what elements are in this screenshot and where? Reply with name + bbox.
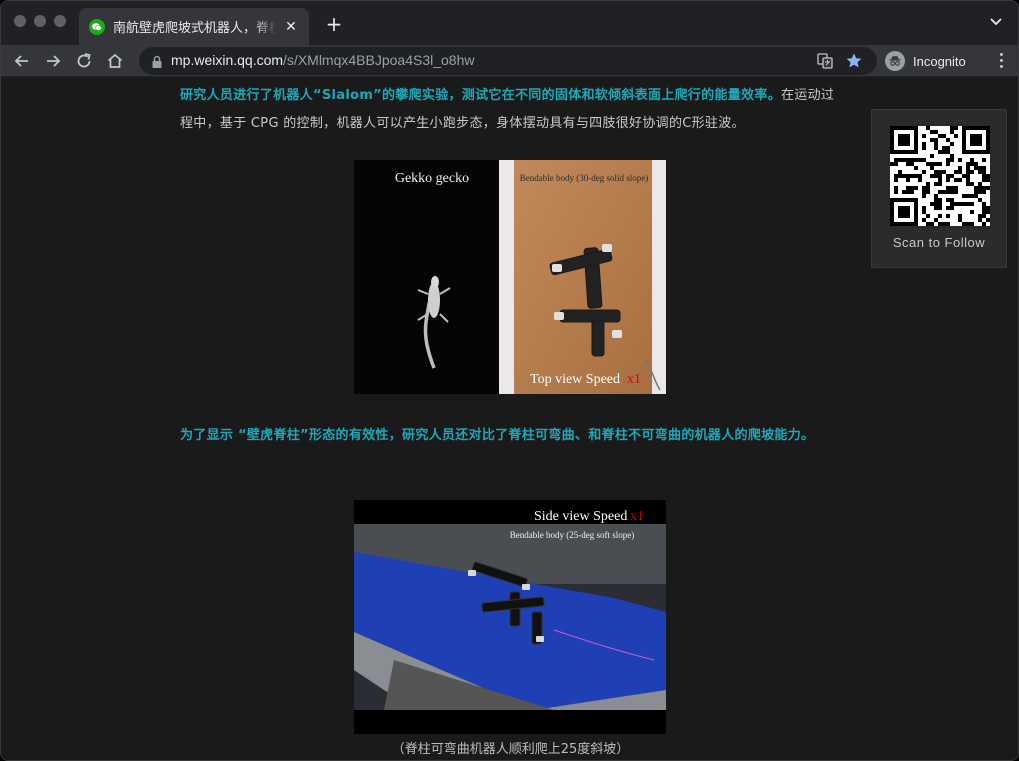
fig2-speed: x1 <box>630 509 644 524</box>
tab-close-button[interactable]: ✕ <box>283 19 299 35</box>
tab-active[interactable]: 南航壁虎爬坡式机器人，脊柱可弯曲 ✕ <box>79 8 309 45</box>
fig2-top-label: Side view Speed <box>534 509 627 524</box>
home-button[interactable] <box>105 51 125 71</box>
article-content: 研究人员进行了机器人“Slalom”的攀爬实验，测试它在不同的固体和软倾斜表面上… <box>1 78 1018 760</box>
close-window-button[interactable] <box>14 15 26 27</box>
tab-strip: 南航壁虎爬坡式机器人，脊柱可弯曲 ✕ + <box>1 1 1018 45</box>
fig1-bottom-label: Top view Speed <box>530 372 620 387</box>
wechat-icon <box>89 18 105 35</box>
reload-button[interactable] <box>74 51 94 71</box>
figure-caption: （脊柱可弯曲机器人顺利爬上25度斜坡） <box>391 742 630 757</box>
figure-side-view-slope: Side view Speed x1 Bendable body (25-deg… <box>354 500 666 734</box>
fig1-speed: x1 <box>627 372 641 387</box>
article-paragraph-2: 为了显示 “壁虎脊柱”形态的有效性，研究人员还对比了脊柱可弯曲、和脊柱不可弯曲的… <box>180 428 815 443</box>
qr-code-image <box>890 126 990 226</box>
back-button[interactable] <box>12 51 32 71</box>
incognito-icon <box>885 51 905 71</box>
scrollbar[interactable] <box>1014 78 1018 760</box>
translate-icon[interactable] <box>817 53 833 69</box>
incognito-label: Incognito <box>913 53 966 69</box>
qr-follow-panel: Scan to Follow <box>871 109 1007 268</box>
browser-toolbar: mp.weixin.qq.com/s/XMlmqx4BBJpoa4S3l_o8h… <box>1 45 1018 77</box>
figure-gecko-top-view: Gekko gecko Bendable body (30-deg solid … <box>354 160 666 394</box>
incognito-profile-button[interactable]: Incognito <box>881 48 974 74</box>
address-bar[interactable]: mp.weixin.qq.com/s/XMlmqx4BBJpoa4S3l_o8h… <box>139 47 877 75</box>
qr-label: Scan to Follow <box>892 235 986 250</box>
fig1-right-label: Bendable body (30-deg solid slope) <box>520 173 648 183</box>
browser-window: 南航壁虎爬坡式机器人，脊柱可弯曲 ✕ + mp.weixin.qq.com/s/… <box>0 0 1019 761</box>
article-paragraph-1: 研究人员进行了机器人“Slalom”的攀爬实验，测试它在不同的固体和软倾斜表面上… <box>180 88 835 131</box>
tab-title: 南航壁虎爬坡式机器人，脊柱可弯曲 <box>113 21 277 36</box>
fig2-sub-label: Bendable body (25-deg soft slope) <box>510 530 634 540</box>
fig1-left-label: Gekko gecko <box>395 171 469 186</box>
minimize-window-button[interactable] <box>34 15 46 27</box>
url-text[interactable]: mp.weixin.qq.com/s/XMlmqx4BBJpoa4S3l_o8h… <box>171 52 474 68</box>
new-tab-button[interactable]: + <box>323 12 345 36</box>
bookmark-star-icon[interactable] <box>845 52 863 70</box>
lock-icon[interactable] <box>151 54 163 68</box>
maximize-window-button[interactable] <box>54 15 66 27</box>
forward-button[interactable] <box>43 51 63 71</box>
menu-kebab-icon[interactable] <box>1000 53 1004 71</box>
tab-search-chevron-icon[interactable] <box>988 13 1004 33</box>
